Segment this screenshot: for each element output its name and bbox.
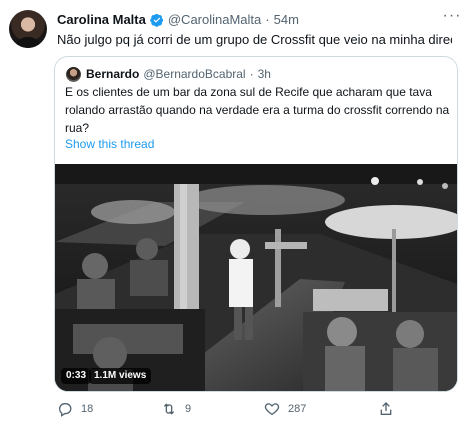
like-button[interactable]: 287 xyxy=(264,398,306,420)
reply-icon xyxy=(58,403,72,417)
retweet-count: 9 xyxy=(185,403,192,415)
share-icon xyxy=(380,402,392,415)
tweet-actions: 18 9 287 xyxy=(57,398,457,420)
share-button[interactable] xyxy=(378,398,394,420)
tweet-time[interactable]: 54m xyxy=(274,11,299,29)
quoted-tweet-header: Bernardo @BernardoBcabral · 3h xyxy=(86,65,271,83)
video-duration-badge: 0:33 xyxy=(61,368,92,384)
quoted-tweet-time: 3h xyxy=(257,67,271,81)
heart-icon xyxy=(264,403,280,416)
quoted-author-handle: @BernardoBcabral xyxy=(143,67,246,81)
quoted-tweet[interactable]: Bernardo @BernardoBcabral · 3h E os clie… xyxy=(54,56,458,392)
quoted-tweet-text: E os clientes de um bar da zona sul de R… xyxy=(65,85,450,135)
quoted-header-separator: · xyxy=(249,67,254,81)
retweet-button[interactable]: 9 xyxy=(161,398,191,420)
verified-badge-icon xyxy=(150,13,163,27)
avatar-shoulders xyxy=(15,37,41,48)
retweet-icon xyxy=(163,403,175,415)
bar-scene-image xyxy=(55,164,457,391)
author-avatar[interactable] xyxy=(9,10,47,48)
video-thumbnail[interactable] xyxy=(55,164,457,391)
tweet-header: Carolina Malta @CarolinaMalta · 54m xyxy=(57,11,299,29)
reply-button[interactable]: 18 xyxy=(57,398,93,420)
show-thread-link[interactable]: Show this thread xyxy=(65,135,154,153)
quoted-author-name: Bernardo xyxy=(86,67,140,81)
author-handle[interactable]: @CarolinaMalta xyxy=(168,11,261,29)
video-views-badge: 1.1M views xyxy=(89,368,152,384)
more-options-icon[interactable]: ··· xyxy=(440,7,464,25)
tweet-card[interactable]: Carolina Malta @CarolinaMalta · 54m ··· … xyxy=(0,0,473,431)
author-name[interactable]: Carolina Malta xyxy=(57,11,146,29)
reply-count: 18 xyxy=(81,403,94,415)
header-separator: · xyxy=(265,12,270,27)
quoted-author-avatar xyxy=(66,67,81,82)
like-count: 287 xyxy=(288,403,307,415)
tweet-text: Não julgo pq já corri de um grupo de Cro… xyxy=(57,32,452,47)
